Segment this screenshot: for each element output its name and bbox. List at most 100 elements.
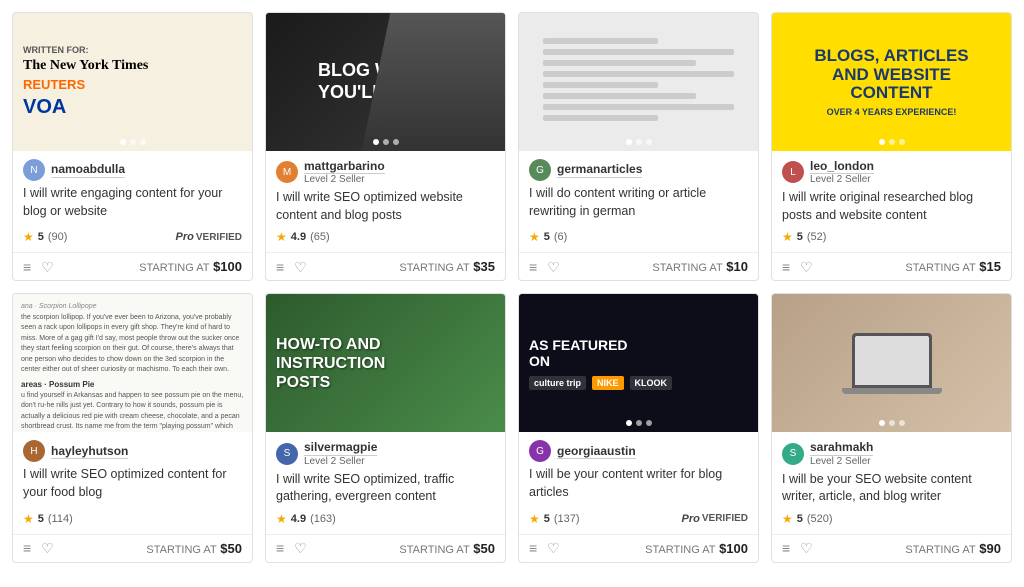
pro-badge-1: Pro VERIFIED (176, 231, 242, 243)
price-6: $50 (473, 541, 495, 556)
card-body-4: L leo_london Level 2 Seller I will write… (772, 151, 1011, 252)
starting-at-8: STARTING AT (905, 544, 975, 556)
seller-name-5[interactable]: hayleyhutson (51, 444, 128, 459)
gig-card-1[interactable]: WRITTEN FOR: The New York Times REUTERS … (12, 12, 253, 281)
card-footer-2: ≡ ♡ STARTING AT $35 (266, 252, 505, 280)
seller-name-4[interactable]: leo_london (810, 159, 874, 174)
card-image-6[interactable]: HOW-TO ANDINSTRUCTIONPOSTS (266, 294, 505, 432)
card-image-2[interactable]: BLOG WRITINGYOU'LL LOVE (266, 13, 505, 151)
seller-name-3[interactable]: germanarticles (557, 162, 642, 177)
gig-title-8[interactable]: I will be your SEO website content write… (782, 471, 1001, 506)
starting-at-3: STARTING AT (652, 262, 722, 274)
card-footer-8: ≡ ♡ STARTING AT $90 (772, 534, 1011, 562)
gig-card-6[interactable]: HOW-TO ANDINSTRUCTIONPOSTS S silvermagpi… (265, 293, 506, 562)
footer-actions-7: ≡ ♡ (529, 541, 560, 555)
stars-7: ★ (529, 512, 540, 526)
price-section-7: STARTING AT $100 (645, 541, 748, 556)
seller-level-8: Level 2 Seller (810, 456, 873, 467)
dot-2-2 (383, 139, 389, 145)
gig-card-4[interactable]: BLOGS, ARTICLESAND WEBSITECONTENT OVER 4… (771, 12, 1012, 281)
compare-btn-5[interactable]: ≡ (23, 541, 31, 555)
card-footer-3: ≡ ♡ STARTING AT $10 (519, 252, 758, 280)
gig-card-5[interactable]: ana · Scorpion Lollipope the scorpion lo… (12, 293, 253, 562)
seller-level-6: Level 2 Seller (304, 456, 377, 467)
avatar-2: M (276, 161, 298, 183)
seller-info-8: sarahmakh Level 2 Seller (810, 440, 873, 466)
compare-btn-8[interactable]: ≡ (782, 541, 790, 555)
price-section-4: STARTING AT $15 (905, 259, 1001, 274)
gig-title-5[interactable]: I will write SEO optimized content for y… (23, 466, 242, 505)
gig-title-2[interactable]: I will write SEO optimized website conte… (276, 189, 495, 224)
seller-name-7[interactable]: georgiaaustin (557, 444, 636, 459)
price-section-6: STARTING AT $50 (399, 541, 495, 556)
gig-title-7[interactable]: I will be your content writer for blog a… (529, 466, 748, 505)
rating-score-8: 5 (797, 513, 803, 525)
reuters-logo: REUTERS (23, 77, 85, 92)
card6-howto-text: HOW-TO ANDINSTRUCTIONPOSTS (276, 335, 385, 393)
dot-3-2 (636, 139, 642, 145)
compare-btn-1[interactable]: ≡ (23, 260, 31, 274)
compare-btn-7[interactable]: ≡ (529, 541, 537, 555)
rating-row-6: ★ 4.9 (163) (276, 512, 495, 526)
rating-score-4: 5 (797, 231, 803, 243)
dot-3-3 (646, 139, 652, 145)
card-image-8[interactable] (772, 294, 1011, 432)
card-image-1[interactable]: WRITTEN FOR: The New York Times REUTERS … (13, 13, 252, 151)
like-btn-2[interactable]: ♡ (294, 260, 307, 274)
like-btn-4[interactable]: ♡ (800, 260, 813, 274)
like-btn-8[interactable]: ♡ (800, 541, 813, 555)
gig-title-1[interactable]: I will write engaging content for your b… (23, 185, 242, 224)
like-btn-3[interactable]: ♡ (547, 260, 560, 274)
pro-badge-7: Pro VERIFIED (682, 513, 748, 525)
doc-line-6 (543, 93, 696, 99)
gig-title-6[interactable]: I will write SEO optimized, traffic gath… (276, 471, 495, 506)
gig-card-8[interactable]: S sarahmakh Level 2 Seller I will be you… (771, 293, 1012, 562)
gig-card-7[interactable]: AS FEATUREDON culture trip NIKE KLOOK G … (518, 293, 759, 562)
rating-score-1: 5 (38, 231, 44, 243)
nyt-logo: The New York Times (23, 59, 148, 73)
footer-actions-8: ≡ ♡ (782, 541, 813, 555)
like-btn-6[interactable]: ♡ (294, 541, 307, 555)
like-btn-5[interactable]: ♡ (41, 541, 54, 555)
compare-btn-3[interactable]: ≡ (529, 260, 537, 274)
card-image-5[interactable]: ana · Scorpion Lollipope the scorpion lo… (13, 294, 252, 432)
dot-2 (130, 139, 136, 145)
seller-name-2[interactable]: mattgarbarino (304, 159, 385, 174)
gig-title-3[interactable]: I will do content writing or article rew… (529, 185, 748, 224)
like-btn-7[interactable]: ♡ (547, 541, 560, 555)
dot-2-3 (393, 139, 399, 145)
seller-name-1[interactable]: namoabdulla (51, 162, 125, 177)
price-section-8: STARTING AT $90 (905, 541, 1001, 556)
gig-title-4[interactable]: I will write original researched blog po… (782, 189, 1001, 224)
avatar-6: S (276, 443, 298, 465)
card2-person (362, 13, 505, 151)
gig-card-2[interactable]: BLOG WRITINGYOU'LL LOVE M mattgarbarino … (265, 12, 506, 281)
compare-btn-6[interactable]: ≡ (276, 541, 284, 555)
price-section-5: STARTING AT $50 (146, 541, 242, 556)
seller-row-1: N namoabdulla (23, 159, 242, 181)
brand-logos-7: culture trip NIKE KLOOK (529, 376, 672, 390)
footer-actions-6: ≡ ♡ (276, 541, 307, 555)
card-image-7[interactable]: AS FEATUREDON culture trip NIKE KLOOK (519, 294, 758, 432)
like-btn-1[interactable]: ♡ (41, 260, 54, 274)
card-image-4[interactable]: BLOGS, ARTICLESAND WEBSITECONTENT OVER 4… (772, 13, 1011, 151)
avatar-5: H (23, 440, 45, 462)
laptop-screen (855, 336, 929, 385)
compare-btn-4[interactable]: ≡ (782, 260, 790, 274)
pro-text-1: Pro (176, 231, 194, 243)
doc-lines-3 (543, 38, 734, 126)
compare-btn-2[interactable]: ≡ (276, 260, 284, 274)
brand-nike: NIKE (592, 376, 624, 390)
rating-score-3: 5 (544, 231, 550, 243)
starting-at-7: STARTING AT (645, 544, 715, 556)
card-image-3[interactable] (519, 13, 758, 151)
footer-actions-1: ≡ ♡ (23, 260, 54, 274)
seller-row-4: L leo_london Level 2 Seller (782, 159, 1001, 185)
seller-name-6[interactable]: silvermagpie (304, 440, 377, 455)
stars-5: ★ (23, 512, 34, 526)
card-body-2: M mattgarbarino Level 2 Seller I will wr… (266, 151, 505, 252)
gig-grid: WRITTEN FOR: The New York Times REUTERS … (0, 0, 1024, 575)
seller-name-8[interactable]: sarahmakh (810, 440, 873, 455)
laptop-screen-shape (852, 333, 932, 388)
gig-card-3[interactable]: G germanarticles I will do content writi… (518, 12, 759, 281)
